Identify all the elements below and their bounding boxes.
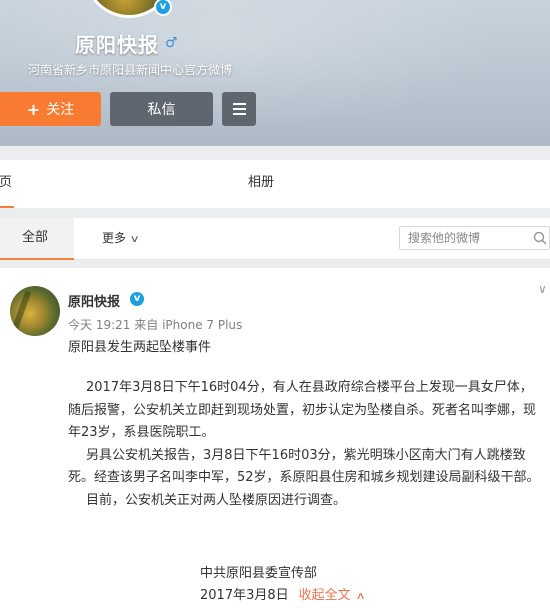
profile-tab-bar: 主页 相册 bbox=[0, 160, 550, 208]
feed-card: 原阳快报 v ∨ 今天 19:21 来自 iPhone 7 Plus 原阳县发生… bbox=[0, 268, 550, 608]
verified-icon: v bbox=[130, 292, 144, 306]
profile-header: v 原阳快报 ♂ 河南省新乡市原阳县新闻中心官方微博 + 关注 私信 bbox=[0, 0, 550, 146]
search-icon[interactable] bbox=[533, 231, 547, 245]
post-paragraph: 目前，公安机关正对两人坠楼原因进行调查。 bbox=[86, 492, 347, 508]
post-signature: 中共原阳县委宣传部 bbox=[200, 566, 318, 581]
verified-badge: v bbox=[154, 0, 172, 16]
post-device[interactable]: iPhone 7 Plus bbox=[162, 318, 242, 332]
search-input[interactable] bbox=[400, 227, 530, 249]
post-paragraph: 2017年3月8日下午16时04分，有人在县政府综合楼平台上发现一具女尸体，随后… bbox=[68, 380, 537, 440]
collapse-label: 收起全文 bbox=[298, 588, 351, 603]
post-more-chevron-icon[interactable]: ∨ bbox=[538, 282, 547, 296]
collapse-link[interactable]: 收起全文 ∧ bbox=[298, 588, 366, 603]
male-gender-icon: ♂ bbox=[165, 35, 178, 51]
filter-all-tab[interactable]: 全部 bbox=[0, 218, 74, 260]
message-label: 私信 bbox=[147, 102, 176, 118]
hamburger-icon bbox=[232, 103, 246, 105]
post-title: 原阳县发生两起坠楼事件 bbox=[68, 340, 212, 355]
verified-icon: v bbox=[156, 0, 170, 14]
message-button[interactable]: 私信 bbox=[110, 92, 213, 126]
post-body: 2017年3月8日下午16时04分，有人在县政府综合楼平台上发现一具女尸体，随后… bbox=[68, 377, 544, 512]
tab-home[interactable]: 主页 bbox=[0, 160, 14, 208]
post-avatar[interactable] bbox=[10, 286, 60, 336]
plus-icon: + bbox=[26, 99, 41, 119]
tab-album[interactable]: 相册 bbox=[248, 160, 274, 208]
post-date-line: 2017年3月8日 收起全文 ∧ bbox=[200, 584, 366, 603]
post-paragraph: 另具公安机关报告，3月8日下午16时03分，紫光明珠小区南大门有人跳楼致死。经查… bbox=[68, 447, 540, 486]
search-box bbox=[399, 226, 550, 250]
post-author[interactable]: 原阳快报 bbox=[68, 291, 120, 310]
tab-home-label: 主页 bbox=[0, 175, 13, 190]
profile-description: 河南省新乡市原阳县新闻中心官方微博 bbox=[28, 63, 233, 77]
follow-label: 关注 bbox=[46, 102, 75, 118]
filter-more-dropdown[interactable]: 更多 ∨ bbox=[102, 218, 140, 260]
post-time[interactable]: 今天 19:21 bbox=[68, 318, 130, 332]
more-menu-button[interactable] bbox=[222, 92, 256, 126]
chevron-up-icon: ∧ bbox=[355, 591, 366, 602]
chevron-down-icon: ∨ bbox=[129, 234, 140, 245]
post-source-prefix: 来自 bbox=[134, 318, 159, 332]
post-meta: 今天 19:21 来自 iPhone 7 Plus bbox=[68, 316, 242, 333]
post-date: 2017年3月8日 bbox=[200, 588, 289, 603]
follow-button[interactable]: + 关注 bbox=[0, 92, 101, 126]
profile-name: 原阳快报 bbox=[75, 33, 159, 57]
filter-more-label: 更多 bbox=[102, 231, 127, 245]
